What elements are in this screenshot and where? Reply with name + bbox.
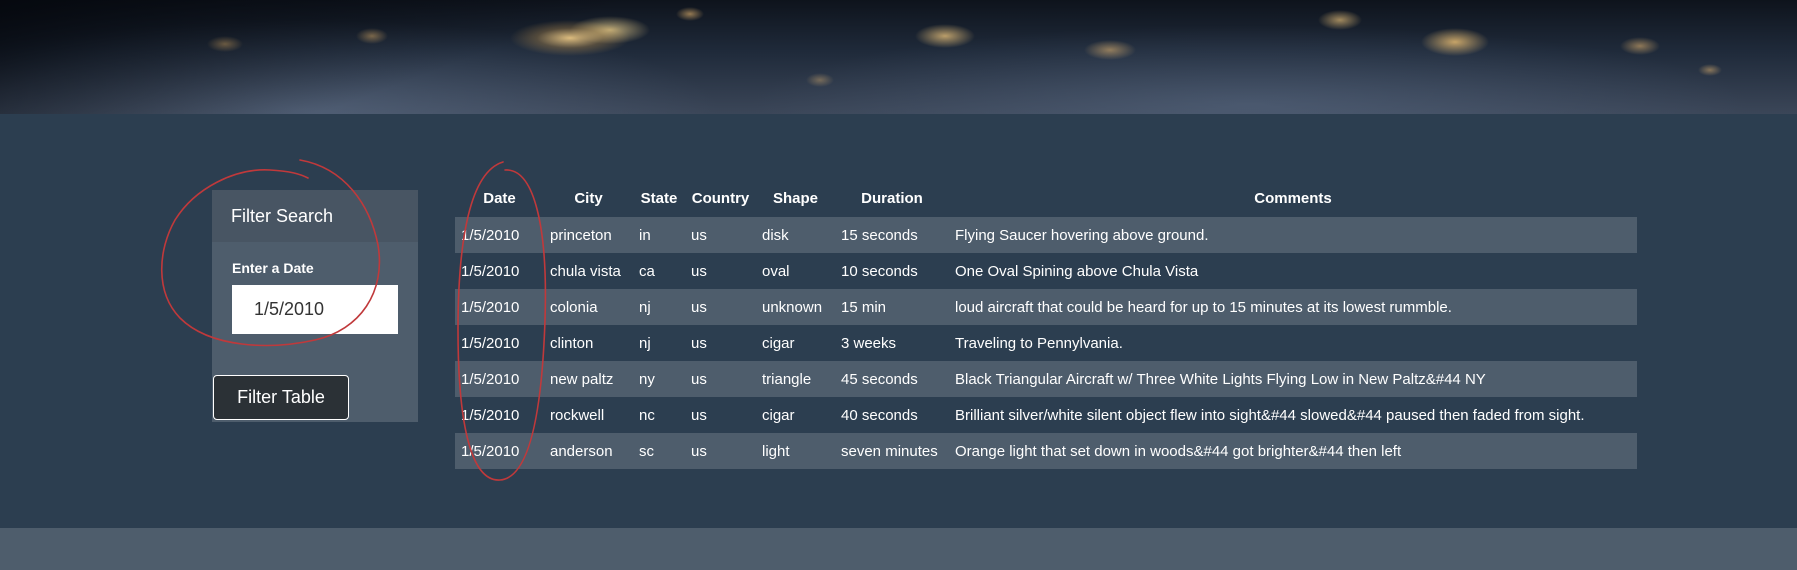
state-cell: nj <box>633 325 685 361</box>
state-cell: in <box>633 217 685 253</box>
header-row: Date City State Country Shape Duration Comment… <box>455 180 1637 217</box>
comments-cell: Traveling to Pennylvania. <box>949 325 1637 361</box>
country-cell: us <box>685 253 756 289</box>
date-cell: 1/5/2010 <box>455 397 544 433</box>
country-cell: us <box>685 217 756 253</box>
table-row: 1/5/2010 chula vista ca us oval 10 seconds One… <box>455 253 1637 289</box>
date-cell: 1/5/2010 <box>455 433 544 469</box>
comments-cell: loud aircraft that could be heard for up… <box>949 289 1637 325</box>
table-row: 1/5/2010 colonia nj us unknown 15 min loud air… <box>455 289 1637 325</box>
duration-cell: 15 min <box>835 289 949 325</box>
state-cell: ny <box>633 361 685 397</box>
table-row: 1/5/2010 clinton nj us cigar 3 weeks Traveling… <box>455 325 1637 361</box>
ufo-table-container: Date City State Country Shape Duration Comment… <box>455 180 1637 469</box>
column-header-comments: Comments <box>1254 190 1332 207</box>
duration-cell: 45 seconds <box>835 361 949 397</box>
city-cell: colonia <box>544 289 633 325</box>
duration-cell: 3 weeks <box>835 325 949 361</box>
city-cell: anderson <box>544 433 633 469</box>
duration-cell: seven minutes <box>835 433 949 469</box>
shape-cell: unknown <box>756 289 835 325</box>
space-shadow <box>0 0 1797 114</box>
state-cell: nj <box>633 289 685 325</box>
country-cell: us <box>685 289 756 325</box>
comments-cell: Flying Saucer hovering above ground. <box>949 217 1637 253</box>
footer-bar <box>0 528 1797 570</box>
duration-cell: 15 seconds <box>835 217 949 253</box>
hero-banner-earth-at-night <box>0 0 1797 114</box>
comments-cell: Black Triangular Aircraft w/ Three White… <box>949 361 1637 397</box>
main-content: Filter Search Enter a Date Filter Table … <box>0 114 1797 528</box>
state-cell: nc <box>633 397 685 433</box>
country-cell: us <box>685 325 756 361</box>
column-header-date: Date <box>483 190 516 207</box>
city-cell: rockwell <box>544 397 633 433</box>
comments-cell: Orange light that set down in woods&#44 … <box>949 433 1637 469</box>
duration-cell: 40 seconds <box>835 397 949 433</box>
date-cell: 1/5/2010 <box>455 217 544 253</box>
column-header-shape: Shape <box>772 190 818 207</box>
table-row: 1/5/2010 new paltz ny us triangle 45 seconds B… <box>455 361 1637 397</box>
shape-cell: light <box>756 433 835 469</box>
column-header-city: City <box>574 190 603 207</box>
date-cell: 1/5/2010 <box>455 253 544 289</box>
date-label: Enter a Date <box>232 260 314 276</box>
shape-cell: disk <box>756 217 835 253</box>
city-cell: clinton <box>544 325 633 361</box>
comments-cell: One Oval Spining above Chula Vista <box>949 253 1637 289</box>
country-cell: us <box>685 433 756 469</box>
table-row: 1/5/2010 rockwell nc us cigar 40 seconds Brill… <box>455 397 1637 433</box>
state-cell: sc <box>633 433 685 469</box>
column-header-state: State <box>640 190 678 207</box>
city-cell: new paltz <box>544 361 633 397</box>
filter-table-button[interactable]: Filter Table <box>213 375 349 420</box>
city-cell: princeton <box>544 217 633 253</box>
table-row: 1/5/2010 anderson sc us light seven minutes Or… <box>455 433 1637 469</box>
shape-cell: oval <box>756 253 835 289</box>
city-cell: chula vista <box>544 253 633 289</box>
column-header-duration: Duration <box>861 190 923 207</box>
table-body: 1/5/2010 princeton in us disk 15 seconds Flyin… <box>455 217 1637 469</box>
table-header: Date City State Country Shape Duration Comment… <box>455 180 1637 217</box>
filter-panel: Filter Search Enter a Date Filter Table <box>212 190 418 422</box>
date-cell: 1/5/2010 <box>455 325 544 361</box>
filter-heading: Filter Search <box>212 190 418 242</box>
date-cell: 1/5/2010 <box>455 361 544 397</box>
page: Filter Search Enter a Date Filter Table … <box>0 0 1797 570</box>
column-header-country: Country <box>691 190 750 207</box>
state-cell: ca <box>633 253 685 289</box>
comments-cell: Brilliant silver/white silent object fle… <box>949 397 1637 433</box>
ufo-table: Date City State Country Shape Duration Comment… <box>455 180 1637 469</box>
date-cell: 1/5/2010 <box>455 289 544 325</box>
shape-cell: triangle <box>756 361 835 397</box>
shape-cell: cigar <box>756 397 835 433</box>
country-cell: us <box>685 397 756 433</box>
country-cell: us <box>685 361 756 397</box>
date-input[interactable] <box>232 285 398 334</box>
shape-cell: cigar <box>756 325 835 361</box>
table-row: 1/5/2010 princeton in us disk 15 seconds Flyin… <box>455 217 1637 253</box>
duration-cell: 10 seconds <box>835 253 949 289</box>
